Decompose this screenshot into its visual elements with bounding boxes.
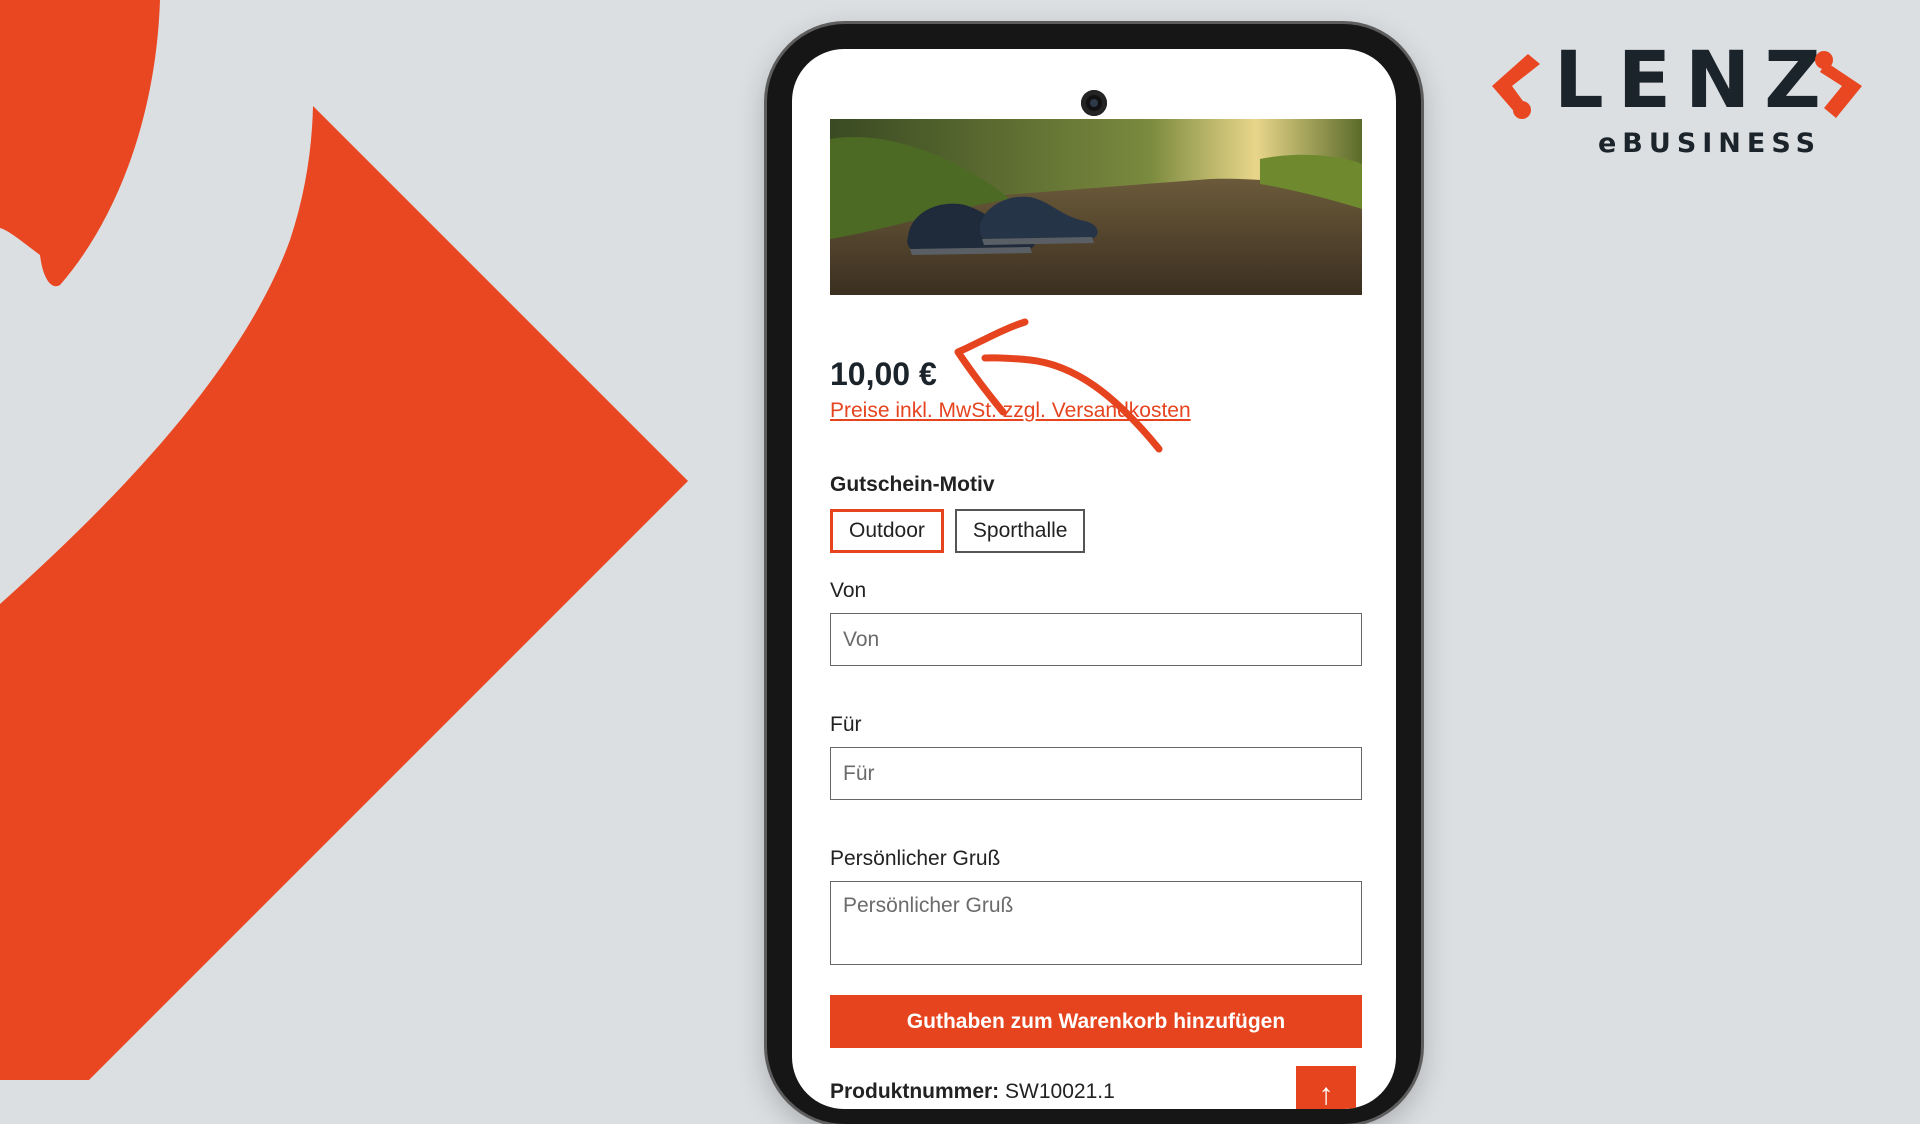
greeting-label: Persönlicher Gruß <box>830 847 1001 870</box>
product-price: 10,00 € <box>830 356 937 392</box>
add-to-cart-button[interactable]: Guthaben zum Warenkorb hinzufügen <box>830 995 1362 1048</box>
motif-option-outdoor[interactable]: Outdoor <box>830 509 944 553</box>
tax-shipping-link[interactable]: Preise inkl. MwSt. zzgl. Versandkosten <box>830 399 1191 423</box>
motif-option-sporthalle[interactable]: Sporthalle <box>954 509 1086 553</box>
product-number: Produktnummer: SW10021.1 <box>830 1080 1115 1104</box>
lenz-logo: LENZ eBUSINESS <box>1488 40 1868 170</box>
greeting-textarea[interactable] <box>830 881 1362 965</box>
phone-frame: 10,00 € Preise inkl. MwSt. zzgl. Versand… <box>767 24 1421 1124</box>
motif-label: Gutschein-Motiv <box>830 473 995 496</box>
logo-left-chevron-icon <box>1492 54 1540 119</box>
logo-wordmark: LENZ <box>1554 36 1835 126</box>
orange-swoosh-top <box>0 0 160 287</box>
logo-right-chevron-icon <box>1815 51 1862 118</box>
phone-screen: 10,00 € Preise inkl. MwSt. zzgl. Versand… <box>792 49 1396 1109</box>
from-label: Von <box>830 579 867 602</box>
logo-tagline: eBUSINESS <box>1598 128 1822 159</box>
product-page: 10,00 € Preise inkl. MwSt. zzgl. Versand… <box>830 119 1362 1109</box>
to-input[interactable] <box>830 747 1362 800</box>
sku-value: SW10021.1 <box>1005 1080 1115 1103</box>
scroll-to-top-button[interactable]: ↑ <box>1296 1066 1356 1109</box>
arrow-up-icon: ↑ <box>1318 1078 1334 1109</box>
to-label: Für <box>830 713 862 736</box>
motif-options: Outdoor Sporthalle <box>830 509 1362 553</box>
orange-arrow-shape <box>0 106 688 1080</box>
sku-label: Produktnummer: <box>830 1080 1000 1103</box>
trail-running-shoes-photo <box>830 119 1362 295</box>
from-input[interactable] <box>830 613 1362 666</box>
sku-row: Produktnummer: SW10021.1 ↑ <box>830 1066 1362 1109</box>
front-camera-icon <box>1081 90 1107 116</box>
